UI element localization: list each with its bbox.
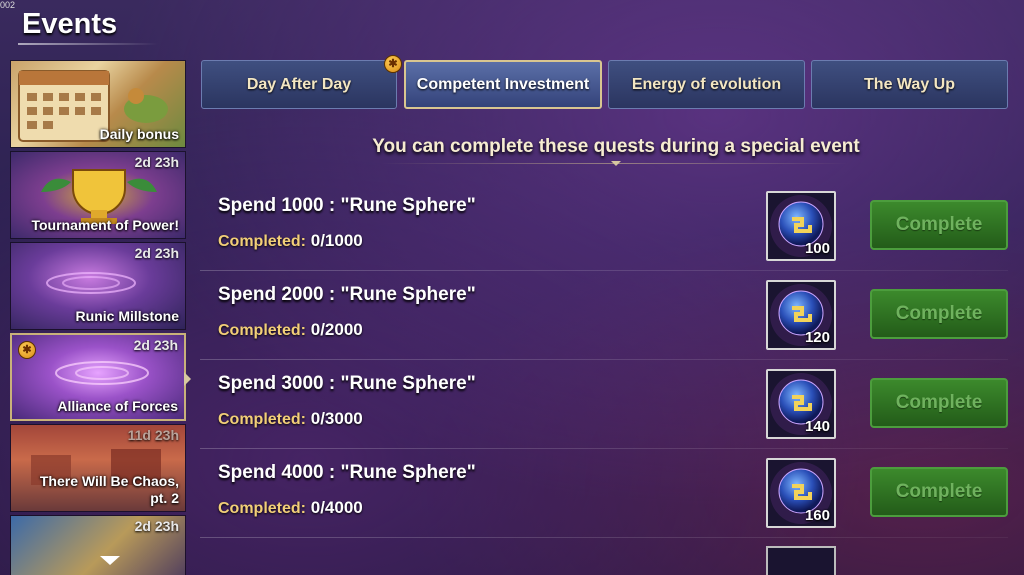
event-timer: 2d 23h [133, 337, 178, 353]
tab-day-after-day[interactable]: Day After Day [201, 60, 397, 109]
progress-value: 0/1000 [310, 231, 363, 250]
tab-energy-of-evolution[interactable]: Energy of evolution [608, 60, 805, 109]
progress-label: Completed: [218, 411, 306, 428]
event-timer: 2d 23h [134, 245, 179, 261]
event-timer: 2d 23h [134, 154, 179, 170]
quest-row: Spend 4000 : "Rune Sphere" Completed: 0/… [200, 450, 1008, 538]
reward-count: 160 [804, 507, 830, 524]
row-divider [200, 270, 1008, 271]
tab-competent-investment[interactable]: Competent Investment [404, 60, 602, 109]
event-tabs: Day After Day Competent Investment Energ… [200, 60, 1008, 112]
sidebar-item-label: Alliance of Forces [57, 398, 178, 414]
sidebar-item-runic-millstone[interactable]: 2d 23h Runic Millstone [10, 242, 186, 330]
quest-progress: Completed: 0/3000 [218, 409, 363, 429]
reward-slot[interactable]: 120 [766, 280, 836, 350]
sidebar-item-there-will-be-chaos[interactable]: 11d 23h There Will Be Chaos, pt. 2 [10, 424, 186, 512]
sidebar-item-label: Daily bonus [99, 126, 179, 142]
quest-row: Spend 3000 : "Rune Sphere" Completed: 0/… [200, 361, 1008, 449]
gift-icon: ✱ [384, 55, 402, 73]
caret-down-icon [611, 161, 621, 166]
sidebar-item-tournament[interactable]: 2d 23h Tournament of Power! [10, 151, 186, 239]
event-timer: 11d 23h [127, 427, 179, 443]
chevron-down-icon[interactable] [100, 556, 120, 565]
progress-value: 0/2000 [310, 320, 363, 339]
complete-button[interactable]: Complete [870, 467, 1008, 517]
sidebar-item-label: There Will Be Chaos, pt. 2 [39, 473, 179, 506]
sidebar-item-next[interactable]: 2d 23h [10, 515, 186, 575]
row-divider [200, 537, 1008, 538]
event-timer: 2d 23h [134, 518, 179, 534]
progress-label: Completed: [218, 500, 306, 517]
quest-row: Spend 2000 : "Rune Sphere" Completed: 0/… [200, 272, 1008, 360]
section-subtitle: You can complete these quests during a s… [372, 136, 860, 157]
complete-button[interactable]: Complete [870, 200, 1008, 250]
row-divider [200, 448, 1008, 449]
progress-label: Completed: [218, 233, 306, 250]
sidebar-item-label: Runic Millstone [75, 308, 179, 324]
reward-count: 100 [804, 240, 830, 257]
active-indicator-icon [184, 372, 191, 386]
reward-slot[interactable]: 140 [766, 369, 836, 439]
reward-slot[interactable]: 160 [766, 458, 836, 528]
quest-progress: Completed: 0/1000 [218, 231, 363, 251]
build-tag: 002 [0, 0, 16, 10]
progress-value: 0/3000 [310, 409, 363, 428]
events-sidebar: Daily bonus 2d 23h Tournament of Power! … [10, 60, 188, 575]
progress-label: Completed: [218, 322, 306, 339]
sidebar-item-daily-bonus[interactable]: Daily bonus [10, 60, 186, 148]
reward-count: 120 [804, 329, 830, 346]
quest-title: Spend 1000 : "Rune Sphere" [218, 195, 476, 216]
sidebar-item-label: Tournament of Power! [31, 217, 179, 233]
reward-count: 140 [804, 418, 830, 435]
quest-progress: Completed: 0/2000 [218, 320, 363, 340]
quest-progress: Completed: 0/4000 [218, 498, 363, 518]
gift-icon: ✱ [18, 341, 36, 359]
tab-the-way-up[interactable]: The Way Up [811, 60, 1008, 109]
page-title: Events [22, 8, 118, 40]
quest-title: Spend 4000 : "Rune Sphere" [218, 462, 476, 483]
progress-value: 0/4000 [310, 498, 363, 517]
quest-title: Spend 3000 : "Rune Sphere" [218, 373, 476, 394]
row-divider [200, 359, 1008, 360]
quest-row: Spend 1000 : "Rune Sphere" Completed: 0/… [200, 183, 1008, 271]
reward-slot-partial[interactable] [766, 546, 836, 575]
sidebar-item-alliance-of-forces[interactable]: ✱ 2d 23h Alliance of Forces [10, 333, 186, 421]
complete-button[interactable]: Complete [870, 378, 1008, 428]
title-underline [18, 43, 158, 45]
quest-title: Spend 2000 : "Rune Sphere" [218, 284, 476, 305]
complete-button[interactable]: Complete [870, 289, 1008, 339]
reward-slot[interactable]: 100 [766, 191, 836, 261]
